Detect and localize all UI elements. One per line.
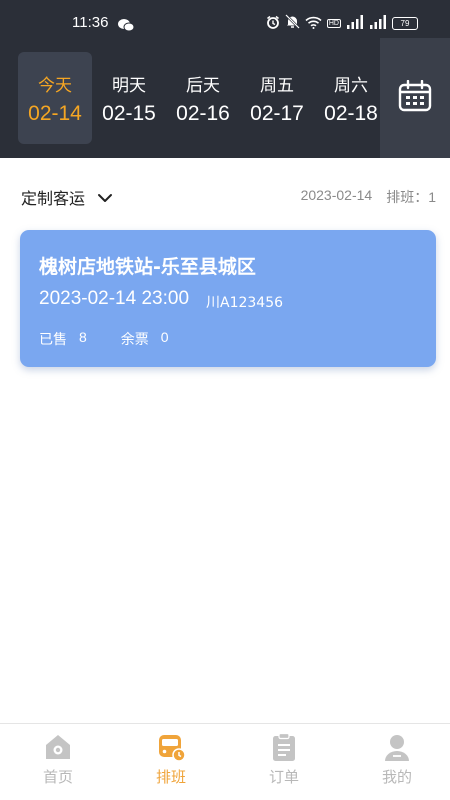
trip-datetime: 2023-02-14 23:00: [39, 288, 190, 309]
schedule-meta: 2023-02-14 排班：1: [301, 187, 436, 207]
chevron-down-icon: [97, 188, 113, 207]
tab-label: 排班: [155, 768, 186, 786]
trip-route: 槐树店地铁站-乐至县城区: [39, 256, 256, 278]
date-tab-tomorrow[interactable]: 明天 02-15: [92, 52, 166, 144]
schedule-count: 排班：1: [386, 187, 436, 207]
date-day-label: 后天: [186, 76, 220, 96]
trip-card[interactable]: 槐树店地铁站-乐至县城区 2023-02-14 23:00 川A123456 已…: [20, 230, 436, 367]
remaining-stat: 余票 0: [121, 329, 169, 349]
date-value: 02-14: [28, 102, 82, 125]
schedule-count-label: 排班：: [386, 189, 429, 205]
hd-icon: HD: [326, 19, 341, 28]
tab-label: 我的: [381, 768, 412, 786]
mute-icon: [284, 14, 300, 33]
date-selector: 今天 02-14 明天 02-15 后天 02-16 周五 02-17 周六 0…: [0, 52, 380, 146]
alarm-icon: [266, 14, 280, 33]
service-type-label: 定制客运: [21, 189, 86, 208]
service-type-dropdown[interactable]: 定制客运: [21, 185, 113, 209]
date-day-label: 今天: [38, 76, 72, 96]
date-value: 02-17: [250, 102, 304, 125]
date-tab-day-after[interactable]: 后天 02-16: [166, 52, 240, 144]
bottom-tab-bar: 首页 排班 订单 我的: [0, 723, 450, 800]
calendar-icon: [398, 79, 432, 116]
tab-profile[interactable]: 我的: [341, 732, 450, 787]
tab-home[interactable]: 首页: [2, 732, 114, 787]
date-tab-friday[interactable]: 周五 02-17: [240, 52, 314, 144]
date-day-label: 周六: [334, 76, 368, 96]
tab-label: 订单: [268, 768, 299, 786]
status-time: 11:36: [72, 14, 109, 31]
selected-date: 2023-02-14: [300, 187, 373, 203]
trip-stats: 已售 8 余票 0: [39, 329, 203, 349]
date-day-label: 明天: [112, 76, 146, 96]
sold-value: 8: [79, 329, 87, 345]
header: 11:36 HD 79 今天 02-14 明天 02-15 后天 02-16 周…: [0, 0, 450, 158]
wechat-icon: [118, 17, 135, 36]
filter-bar: 定制客运 2023-02-14 排班：1: [0, 178, 450, 214]
wifi-icon: [305, 14, 322, 33]
vehicle-plate: 川A123456: [206, 295, 284, 311]
bus-schedule-icon: [156, 732, 186, 762]
status-icons: HD 79: [266, 14, 418, 33]
date-value: 02-16: [176, 102, 230, 125]
tab-orders[interactable]: 订单: [228, 732, 340, 787]
remaining-value: 0: [160, 329, 169, 345]
clipboard-icon: [269, 732, 299, 762]
schedule-count-value: 1: [428, 189, 436, 205]
signal-icon: [369, 14, 387, 33]
tab-schedule[interactable]: 排班: [115, 732, 227, 787]
date-tab-saturday[interactable]: 周六 02-18: [314, 52, 380, 144]
sold-label: 已售: [39, 332, 67, 348]
home-icon: [43, 732, 73, 762]
signal-icon: [346, 14, 364, 33]
remaining-label: 余票: [120, 332, 149, 348]
tab-label: 首页: [42, 768, 73, 786]
sold-stat: 已售 8: [39, 329, 87, 349]
date-value: 02-15: [102, 102, 156, 125]
date-tab-today[interactable]: 今天 02-14: [18, 52, 92, 144]
date-day-label: 周五: [260, 76, 294, 96]
battery-icon: 79: [392, 17, 418, 30]
date-value: 02-18: [324, 102, 378, 125]
user-icon: [382, 732, 412, 762]
calendar-button[interactable]: [380, 38, 450, 158]
